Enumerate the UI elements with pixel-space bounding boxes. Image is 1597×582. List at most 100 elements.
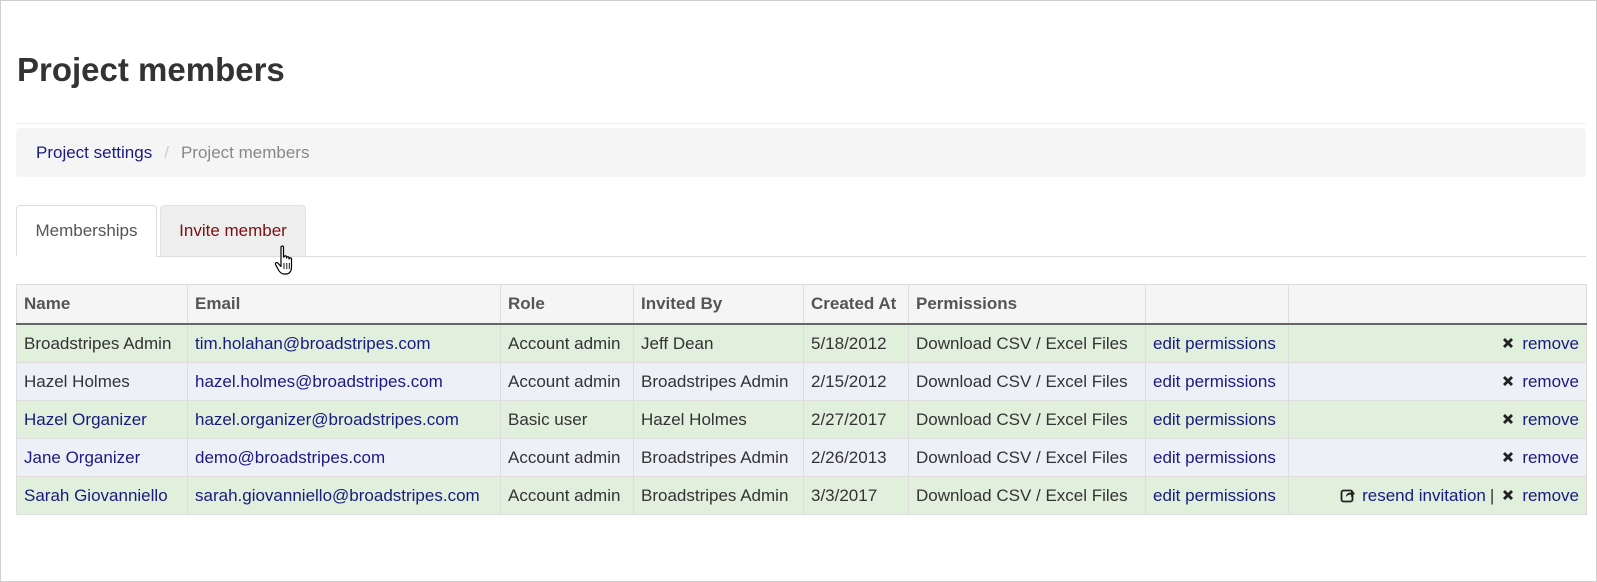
- members-table-wrapper: Name Email Role Invited By Created At Pe…: [16, 284, 1587, 515]
- cell-permissions: Download CSV / Excel Files: [908, 400, 1146, 439]
- cell-invited-by: Jeff Dean: [633, 323, 804, 363]
- cell-created-at: 2/26/2013: [803, 438, 909, 477]
- edit-permissions-link[interactable]: edit permissions: [1153, 410, 1276, 429]
- table-row: Sarah Giovanniello sarah.giovanniello@br…: [16, 476, 1587, 515]
- cell-permissions: Download CSV / Excel Files: [908, 362, 1146, 401]
- cell-actions: resend invitation | remove: [1288, 476, 1587, 515]
- tab-memberships[interactable]: Memberships: [16, 205, 157, 257]
- cell-created-at: 2/15/2012: [803, 362, 909, 401]
- cell-email: demo@broadstripes.com: [187, 438, 501, 477]
- header-actions: [1288, 284, 1587, 325]
- cell-edit: edit permissions: [1145, 362, 1289, 401]
- remove-label: remove: [1522, 485, 1579, 505]
- cell-created-at: 5/18/2012: [803, 323, 909, 363]
- member-email-link[interactable]: sarah.giovanniello@broadstripes.com: [195, 486, 480, 505]
- table-row: Broadstripes Admin tim.holahan@broadstri…: [16, 323, 1587, 363]
- remove-button[interactable]: remove: [1500, 334, 1579, 353]
- remove-label: remove: [1522, 371, 1579, 391]
- resend-invitation-label: resend invitation: [1362, 485, 1486, 505]
- table-row: Hazel Organizer hazel.organizer@broadstr…: [16, 400, 1587, 439]
- cell-actions: remove: [1288, 323, 1587, 363]
- cell-role: Account admin: [500, 438, 634, 477]
- cell-actions: remove: [1288, 400, 1587, 439]
- cell-created-at: 3/3/2017: [803, 476, 909, 515]
- header-permissions[interactable]: Permissions: [908, 284, 1146, 325]
- cell-invited-by: Broadstripes Admin: [633, 476, 804, 515]
- cell-invited-by: Broadstripes Admin: [633, 362, 804, 401]
- cell-permissions: Download CSV / Excel Files: [908, 476, 1146, 515]
- share-icon: [1340, 489, 1356, 502]
- cell-edit: edit permissions: [1145, 323, 1289, 363]
- edit-permissions-link[interactable]: edit permissions: [1153, 448, 1276, 467]
- cell-name: Hazel Organizer: [16, 400, 188, 439]
- cell-edit: edit permissions: [1145, 400, 1289, 439]
- cell-role: Account admin: [500, 476, 634, 515]
- times-icon: [1503, 337, 1514, 348]
- times-icon: [1503, 451, 1514, 462]
- cell-name: Hazel Holmes: [16, 362, 188, 401]
- resend-invitation-button[interactable]: resend invitation: [1340, 486, 1486, 505]
- remove-label: remove: [1522, 409, 1579, 429]
- cell-role: Account admin: [500, 362, 634, 401]
- cell-edit: edit permissions: [1145, 438, 1289, 477]
- breadcrumb-current: Project members: [180, 142, 310, 162]
- cell-actions: remove: [1288, 362, 1587, 401]
- breadcrumb: Project settings / Project members: [16, 128, 1586, 177]
- cell-email: tim.holahan@broadstripes.com: [187, 323, 501, 363]
- member-name-link[interactable]: Sarah Giovanniello: [24, 486, 168, 505]
- header-edit: [1145, 284, 1289, 325]
- cell-edit: edit permissions: [1145, 476, 1289, 515]
- hand-pointer-icon: [274, 245, 293, 275]
- member-email-link[interactable]: hazel.holmes@broadstripes.com: [195, 372, 443, 391]
- table-header-row: Name Email Role Invited By Created At Pe…: [16, 284, 1587, 325]
- member-name: Hazel Holmes: [24, 371, 130, 391]
- cell-actions: remove: [1288, 438, 1587, 477]
- breadcrumb-project-settings[interactable]: Project settings: [36, 143, 152, 163]
- header-invited-by[interactable]: Invited By: [633, 284, 804, 325]
- member-email-link[interactable]: demo@broadstripes.com: [195, 448, 385, 467]
- members-table: Name Email Role Invited By Created At Pe…: [16, 284, 1587, 515]
- cell-name: Sarah Giovanniello: [16, 476, 188, 515]
- edit-permissions-link[interactable]: edit permissions: [1153, 372, 1276, 391]
- cell-role: Account admin: [500, 323, 634, 363]
- header-created-at[interactable]: Created At: [803, 284, 909, 325]
- cell-email: hazel.holmes@broadstripes.com: [187, 362, 501, 401]
- action-separator: |: [1489, 485, 1495, 505]
- member-email-link[interactable]: tim.holahan@broadstripes.com: [195, 334, 431, 353]
- cell-invited-by: Hazel Holmes: [633, 400, 804, 439]
- page-frame: Project members Project settings / Proje…: [0, 0, 1597, 582]
- cell-invited-by: Broadstripes Admin: [633, 438, 804, 477]
- cell-email: hazel.organizer@broadstripes.com: [187, 400, 501, 439]
- edit-permissions-link[interactable]: edit permissions: [1153, 334, 1276, 353]
- remove-label: remove: [1522, 447, 1579, 467]
- member-name-link[interactable]: Jane Organizer: [24, 448, 140, 467]
- times-icon: [1503, 375, 1514, 386]
- times-icon: [1503, 413, 1514, 424]
- header-name[interactable]: Name: [16, 284, 188, 325]
- cell-permissions: Download CSV / Excel Files: [908, 323, 1146, 363]
- edit-permissions-link[interactable]: edit permissions: [1153, 486, 1276, 505]
- member-email-link[interactable]: hazel.organizer@broadstripes.com: [195, 410, 459, 429]
- remove-button[interactable]: remove: [1500, 410, 1579, 429]
- cell-name: Jane Organizer: [16, 438, 188, 477]
- remove-button[interactable]: remove: [1500, 486, 1579, 505]
- cell-created-at: 2/27/2017: [803, 400, 909, 439]
- remove-button[interactable]: remove: [1500, 372, 1579, 391]
- page-title: Project members: [17, 51, 285, 88]
- member-name-link[interactable]: Hazel Organizer: [24, 410, 147, 429]
- remove-label: remove: [1522, 333, 1579, 353]
- cell-name: Broadstripes Admin: [16, 323, 188, 363]
- remove-button[interactable]: remove: [1500, 448, 1579, 467]
- header-email[interactable]: Email: [187, 284, 501, 325]
- table-row: Jane Organizer demo@broadstripes.com Acc…: [16, 438, 1587, 477]
- title-divider: [16, 123, 1586, 124]
- table-row: Hazel Holmes hazel.holmes@broadstripes.c…: [16, 362, 1587, 401]
- cell-permissions: Download CSV / Excel Files: [908, 438, 1146, 477]
- cell-email: sarah.giovanniello@broadstripes.com: [187, 476, 501, 515]
- tab-bar: Memberships Invite member: [16, 205, 1586, 257]
- times-icon: [1503, 489, 1514, 500]
- member-name: Broadstripes Admin: [24, 333, 172, 353]
- cell-role: Basic user: [500, 400, 634, 439]
- breadcrumb-separator: /: [164, 142, 169, 162]
- header-role[interactable]: Role: [500, 284, 634, 325]
